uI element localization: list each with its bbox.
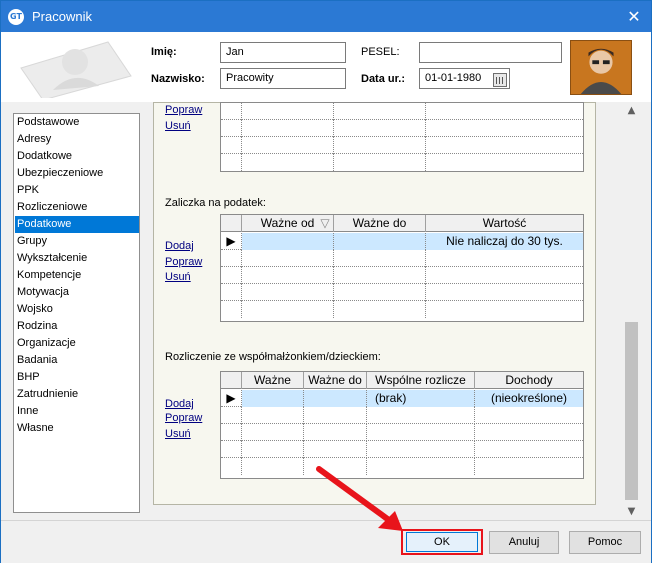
pesel-label: PESEL: [361,46,400,58]
sidebar-item-wyksztalcenie[interactable]: Wykształcenie [15,250,139,267]
section2-delete-link[interactable]: Usuń [165,271,191,283]
table-row[interactable] [221,250,583,267]
scrollbar-thumb[interactable] [625,322,638,500]
sidebar-item-adresy[interactable]: Adresy [15,131,139,148]
birth-date-label: Data ur.: [361,73,406,85]
sidebar-item-ubezpieczeniowe[interactable]: Ubezpieczeniowe [15,165,139,182]
table-row[interactable] [221,458,583,475]
table-row[interactable] [221,267,583,284]
table-row[interactable] [221,137,583,154]
sidebar-item-kompetencje[interactable]: Kompetencje [15,267,139,284]
sidebar-item-podstawowe[interactable]: Podstawowe [15,114,139,131]
row-indicator-icon: ▶ [221,233,242,250]
scroll-down-icon[interactable]: ▼ [623,503,640,520]
section1-edit-link[interactable]: Popraw [165,104,202,116]
section2-title: Zaliczka na podatek: [165,197,266,209]
sidebar-item-wlasne[interactable]: Własne [15,420,139,437]
joint-settlement-cell[interactable]: (brak) [367,390,475,407]
sidebar-item-motywacja[interactable]: Motywacja [15,284,139,301]
column-header[interactable]: Dochody [475,372,583,389]
sidebar-item-podatkowe[interactable]: Podatkowe [15,216,139,233]
last-name-field[interactable]: Pracowity [220,68,346,89]
sidebar-item-bhp[interactable]: BHP [15,369,139,386]
spouse-settlement-grid[interactable]: Ważne Ważne do Wspólne rozlicze Dochody … [220,371,584,479]
employee-silhouette-icon [20,41,132,98]
sort-icon: ▽ [320,216,330,230]
table-header: Ważne Ważne do Wspólne rozlicze Dochody [221,372,583,389]
section3-add-link[interactable]: Dodaj [165,398,194,410]
vertical-scrollbar[interactable]: ▲ ▼ [623,102,640,520]
employee-header: Imię: Jan Nazwisko: Pracowity PESEL: Dat… [1,32,651,102]
tax-value-cell[interactable]: Nie naliczaj do 30 tys. [426,233,583,250]
sidebar-item-ppk[interactable]: PPK [15,182,139,199]
table-header: Ważne od ▽ Ważne do Wartość [221,215,583,232]
section2-edit-link[interactable]: Popraw [165,256,202,268]
column-header[interactable]: Wspólne rozlicze [367,372,475,389]
sidebar-item-badania[interactable]: Badania [15,352,139,369]
last-name-label: Nazwisko: [151,73,205,85]
table-row[interactable] [221,407,583,424]
sidebar-item-rozliczeniowe[interactable]: Rozliczeniowe [15,199,139,216]
table-row[interactable]: ▶ (brak) (nieokreślone) [221,390,583,407]
table-row[interactable] [221,284,583,301]
column-header[interactable]: Ważne do [304,372,367,389]
sidebar-item-wojsko[interactable]: Wojsko [15,301,139,318]
table-row[interactable] [221,424,583,441]
column-header[interactable]: Wartość [426,215,583,232]
table-row[interactable] [221,120,583,137]
table-row[interactable]: ▶ Nie naliczaj do 30 tys. [221,233,583,250]
window: GT Pracownik ✕ Imię: Jan Nazwisko: Praco… [0,0,652,563]
section3-edit-link[interactable]: Popraw [165,412,202,424]
sidebar-item-dodatkowe[interactable]: Dodatkowe [15,148,139,165]
calendar-icon[interactable] [493,73,507,87]
sidebar-item-grupy[interactable]: Grupy [15,233,139,250]
table-row[interactable] [221,103,583,120]
column-header[interactable]: Ważne [242,372,304,389]
employee-photo [570,40,632,95]
section3-title: Rozliczenie ze współmałżonkiem/dzieckiem… [165,351,381,363]
scroll-up-icon[interactable]: ▲ [623,102,640,119]
cancel-button[interactable]: Anuluj [489,531,559,554]
first-name-label: Imię: [151,46,177,58]
ok-button[interactable]: OK [406,532,478,552]
section2-add-link[interactable]: Dodaj [165,240,194,252]
window-title: Pracownik [32,9,92,24]
sidebar-item-organizacje[interactable]: Organizacje [15,335,139,352]
first-name-field[interactable]: Jan [220,42,346,63]
column-header[interactable]: Ważne do [334,215,426,232]
section1-delete-link[interactable]: Usuń [165,120,191,132]
table-row[interactable] [221,441,583,458]
sidebar-item-zatrudnienie[interactable]: Zatrudnienie [15,386,139,403]
pesel-field[interactable] [419,42,562,63]
category-list[interactable]: Podstawowe Adresy Dodatkowe Ubezpieczeni… [13,113,140,513]
section1-grid[interactable] [220,102,584,172]
close-button[interactable]: ✕ [617,1,651,32]
section3-delete-link[interactable]: Usuń [165,428,191,440]
table-row[interactable] [221,154,583,171]
tax-advance-grid[interactable]: Ważne od ▽ Ważne do Wartość ▶ Nie nalicz… [220,214,584,322]
app-logo-icon: GT [8,9,24,25]
table-row[interactable] [221,301,583,318]
sidebar-item-inne[interactable]: Inne [15,403,139,420]
title-bar: GT Pracownik ✕ [1,1,651,32]
sidebar-item-rodzina[interactable]: Rodzina [15,318,139,335]
income-cell[interactable]: (nieokreślone) [475,390,583,407]
help-button[interactable]: Pomoc [569,531,641,554]
row-indicator-icon: ▶ [221,390,242,407]
